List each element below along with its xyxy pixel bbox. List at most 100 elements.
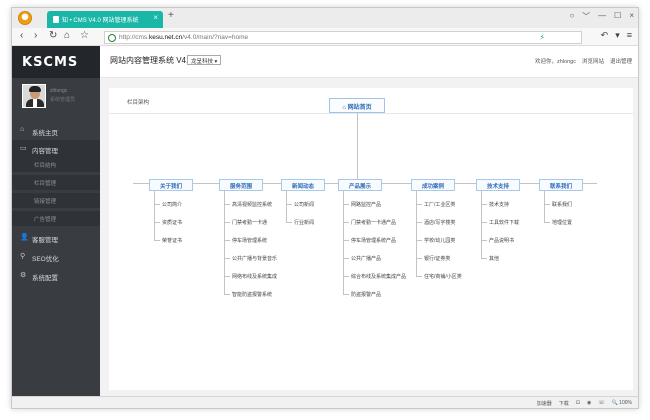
- sidebar-item-seo[interactable]: ⚲ SEO优化: [12, 248, 100, 265]
- tree-leaf-link[interactable]: 学校/幼儿园类: [424, 237, 455, 244]
- logout-link[interactable]: 退出管理: [610, 57, 632, 65]
- skin-icon[interactable]: ○: [569, 11, 574, 22]
- tree-category-button[interactable]: 联系我们: [539, 179, 583, 191]
- phone-icon[interactable]: ☏: [598, 400, 604, 407]
- maximize-button[interactable]: ☐: [614, 11, 621, 22]
- connector-line: [286, 204, 292, 205]
- tree-root-button[interactable]: ⌂ 网站首页: [329, 98, 385, 113]
- tree-leaf-link[interactable]: 门禁考勤一卡通: [232, 219, 267, 226]
- forward-button[interactable]: ›: [34, 30, 37, 41]
- tree-leaf-link[interactable]: 住宅/商铺/小区类: [424, 273, 462, 280]
- browser-logo-icon[interactable]: [18, 11, 32, 25]
- brand-logo[interactable]: KSCMS: [12, 46, 100, 78]
- new-tab-button[interactable]: +: [168, 10, 174, 21]
- browser-menu-icon[interactable]: ≡: [627, 30, 632, 41]
- url-input[interactable]: http://cms.kesu.net.cn/v4.0/main/?nav=ho…: [104, 31, 582, 44]
- status-bar: 加速器 下载 ⊡ ◉ ☏ 🔍 100%: [12, 396, 638, 408]
- tree-leaf-link[interactable]: 综合布线及系统集成产品: [351, 273, 406, 280]
- tree-leaf-link[interactable]: 工具软件下载: [489, 219, 519, 226]
- sidebar-sub-structure[interactable]: 栏目结构: [12, 157, 100, 172]
- tree-leaf-link[interactable]: 酒店/写字楼类: [424, 219, 455, 226]
- sidebar-sub-links[interactable]: 链接管理: [12, 193, 100, 208]
- tab-title: 知 • CMS V4.0 网站管理系统: [62, 18, 139, 24]
- connector-line: [224, 276, 230, 277]
- tree-leaf-link[interactable]: 行业新闻: [294, 219, 314, 226]
- connector-line: [154, 240, 160, 241]
- browser-tab[interactable]: 知 • CMS V4.0 网站管理系统 ×: [47, 11, 163, 28]
- dropdown-icon[interactable]: ▾: [615, 30, 620, 41]
- tree-leaf-link[interactable]: 荣誉证书: [162, 237, 182, 244]
- connector-line: [286, 191, 287, 222]
- reload-button[interactable]: ↻: [49, 30, 57, 41]
- bookmark-star-icon[interactable]: ☆: [80, 30, 89, 41]
- screenshot-icon[interactable]: ⊡: [576, 400, 580, 407]
- connector-line: [481, 240, 487, 241]
- browse-site-link[interactable]: 浏览网站: [582, 57, 604, 65]
- tree-category-button[interactable]: 新闻动态: [281, 179, 325, 191]
- close-window-button[interactable]: ×: [629, 11, 634, 22]
- connector-line: [481, 222, 487, 223]
- tree-category-button[interactable]: 关于我们: [149, 179, 193, 191]
- sidebar-item-content[interactable]: ▭ 内容管理: [12, 140, 100, 157]
- user-icon: 👤: [20, 234, 29, 241]
- download-button[interactable]: 下载: [559, 400, 569, 407]
- tree-leaf-link[interactable]: 资质证书: [162, 219, 182, 226]
- tree-leaf-link[interactable]: 防盗报警产品: [351, 291, 381, 298]
- tree-leaf-link[interactable]: 公司新闻: [294, 201, 314, 208]
- connector-line: [544, 222, 550, 223]
- record-icon[interactable]: ◉: [587, 400, 591, 407]
- profile-role: 系统管理员: [50, 97, 76, 103]
- address-bar: ‹ › ↻ ⌂ ☆ http://cms.kesu.net.cn/v4.0/ma…: [12, 28, 638, 46]
- tree-leaf-link[interactable]: 高清视频监控系统: [232, 201, 272, 208]
- tree-leaf-link[interactable]: 银行/证券类: [424, 255, 450, 262]
- connector-line: [343, 276, 349, 277]
- close-tab-icon[interactable]: ×: [153, 13, 158, 22]
- window-controls: ○ ﹀ — ☐ ×: [569, 11, 634, 22]
- tree-leaf-link[interactable]: 网络布线及系统集成: [232, 273, 277, 280]
- connector-line: [224, 191, 225, 294]
- tree-category-button[interactable]: 服务范围: [219, 179, 263, 191]
- connector-line: [343, 222, 349, 223]
- tree-leaf-link[interactable]: 联系我们: [552, 201, 572, 208]
- sidebar-sub-ads[interactable]: 广告管理: [12, 211, 100, 226]
- home-button[interactable]: ⌂: [64, 30, 70, 41]
- tree-leaf-link[interactable]: 工厂/工业区类: [424, 201, 455, 208]
- connector-line: [224, 240, 230, 241]
- connector-line: [343, 204, 349, 205]
- back-button[interactable]: ‹: [20, 30, 23, 41]
- tree-leaf-link[interactable]: 技术支持: [489, 201, 509, 208]
- tree-leaf-link[interactable]: 智能防盗报警系统: [232, 291, 272, 298]
- menu-down-icon[interactable]: ﹀: [582, 11, 590, 22]
- tab-bar: 知 • CMS V4.0 网站管理系统 × + ○ ﹀ — ☐ ×: [12, 8, 638, 28]
- tree-leaf-link[interactable]: 产品说明书: [489, 237, 514, 244]
- tree-category-button[interactable]: 技术支持: [476, 179, 520, 191]
- tree-leaf-link[interactable]: 其他: [489, 255, 499, 262]
- tree-category-button[interactable]: 成功案例: [411, 179, 455, 191]
- sidebar-item-label: 内容管理: [32, 148, 58, 155]
- minimize-button[interactable]: —: [598, 11, 606, 22]
- connector-line: [416, 204, 422, 205]
- tree-leaf-link[interactable]: 公共广播产品: [351, 255, 381, 262]
- sidebar-item-config[interactable]: ⚙ 系统配置: [12, 267, 100, 284]
- sidebar-item-service[interactable]: 👤 客服管理: [12, 229, 100, 246]
- tree-leaf-link[interactable]: 公共广播与背景音乐: [232, 255, 277, 262]
- avatar[interactable]: [22, 84, 46, 108]
- undo-icon[interactable]: ↶: [601, 30, 609, 41]
- tree-leaf-link[interactable]: 门禁考勤一卡通产品: [351, 219, 396, 226]
- url-text: http://cms.kesu.net.cn/v4.0/main/?nav=ho…: [119, 34, 249, 41]
- connector-line: [154, 204, 160, 205]
- org-select[interactable]: 龙呈科技 ▾: [187, 55, 222, 65]
- sidebar-sub-columns[interactable]: 栏目管理: [12, 175, 100, 190]
- connector-line: [286, 222, 292, 223]
- tree-leaf-link[interactable]: 地理位置: [552, 219, 572, 226]
- tree-leaf-link[interactable]: 网路监控产品: [351, 201, 381, 208]
- sidebar-item-home[interactable]: ⌂ 系统主页: [12, 122, 100, 139]
- tree-leaf-link[interactable]: 停车场管理系统产品: [351, 237, 396, 244]
- speed-mode-icon[interactable]: ⚡: [539, 33, 545, 42]
- tree-leaf-link[interactable]: 公司简介: [162, 201, 182, 208]
- accelerator-button[interactable]: 加速器: [537, 400, 552, 407]
- zoom-level[interactable]: 🔍 100%: [612, 400, 632, 407]
- connector-line: [544, 191, 545, 222]
- tree-leaf-link[interactable]: 停车场管理系统: [232, 237, 267, 244]
- tree-category-button[interactable]: 产品展示: [338, 179, 382, 191]
